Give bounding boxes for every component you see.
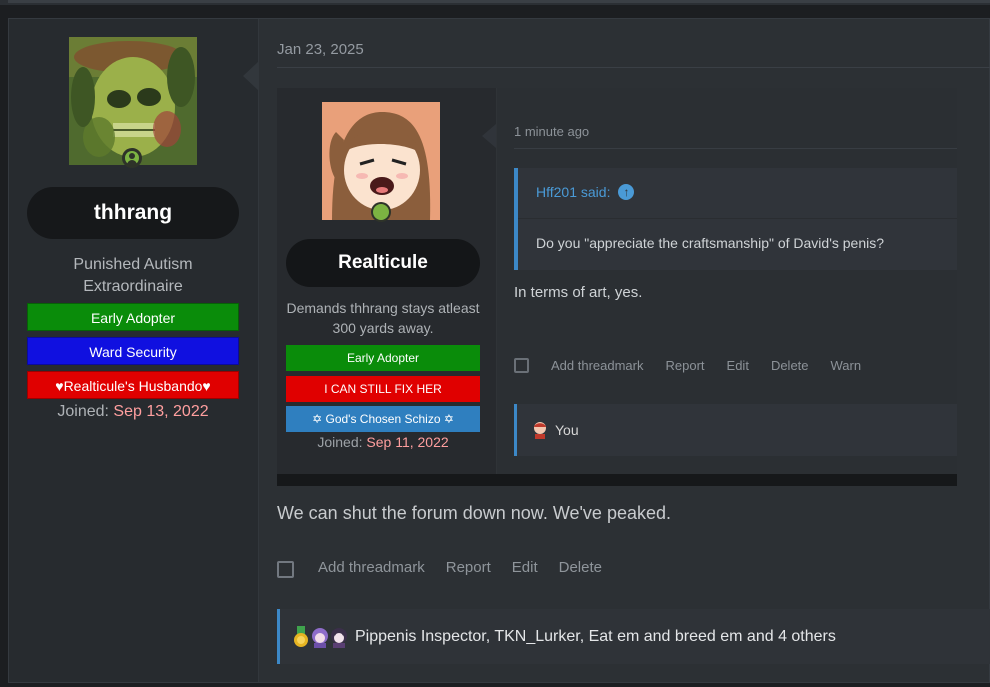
embedded-banner-early-adopter: Early Adopter bbox=[286, 345, 480, 371]
username[interactable]: thhrang bbox=[27, 187, 239, 239]
camo-skull-avatar-icon bbox=[69, 37, 197, 165]
banner-husbando: ♥Realticule's Husbando♥ bbox=[27, 371, 239, 399]
embedded-bottom-bar bbox=[277, 474, 957, 486]
post-message: We can shut the forum down now. We've pe… bbox=[277, 503, 671, 523]
quote-body: Do you "appreciate the craftsmanship" of… bbox=[536, 235, 885, 251]
embedded-screenshot[interactable]: Realticule Demands thhrang stays atleast… bbox=[277, 88, 957, 486]
divider bbox=[277, 67, 990, 68]
embedded-time: 1 minute ago bbox=[514, 124, 590, 139]
joined-date: Sep 13, 2022 bbox=[113, 403, 209, 420]
purple-anime-icon bbox=[311, 626, 329, 648]
reaction-icons bbox=[292, 625, 349, 648]
forum-post: thhrang Punished Autism Extraordinaire E… bbox=[8, 18, 990, 683]
embedded-reactions: You bbox=[514, 404, 957, 456]
arrow-up-icon: ↑ bbox=[618, 184, 635, 200]
quote-header: Hff201 said: ↑ bbox=[536, 184, 635, 200]
embedded-banner-fix-her: I CAN STILL FIX HER bbox=[286, 376, 480, 402]
embedded-divider bbox=[514, 148, 957, 149]
edit-link[interactable]: Edit bbox=[512, 559, 538, 576]
embedded-username: Realticule bbox=[286, 239, 480, 287]
user-avatar[interactable] bbox=[69, 37, 197, 165]
embedded-action-delete: Delete bbox=[770, 358, 809, 373]
user-joined: Joined: Sep 13, 2022 bbox=[27, 403, 239, 421]
embedded-user-column: Realticule Demands thhrang stays atleast… bbox=[277, 88, 497, 474]
embedded-reaction-text: You bbox=[555, 422, 579, 438]
add-threadmark-link[interactable]: Add threadmark bbox=[318, 559, 425, 576]
online-user-icon bbox=[371, 202, 391, 222]
online-user-icon bbox=[122, 148, 142, 168]
checkbox-icon bbox=[514, 358, 529, 373]
medal-icon bbox=[292, 625, 310, 648]
report-link[interactable]: Report bbox=[446, 559, 491, 576]
embedded-joined-date: Sep 11, 2022 bbox=[366, 434, 449, 450]
select-checkbox[interactable] bbox=[277, 561, 294, 578]
embedded-message: In terms of art, yes. bbox=[514, 284, 643, 301]
embedded-joined-label: Joined: bbox=[317, 434, 363, 450]
quote-author: Hff201 said: bbox=[536, 184, 611, 200]
post-user-column: thhrang Punished Autism Extraordinaire E… bbox=[9, 19, 259, 682]
user-title: Punished Autism Extraordinaire bbox=[73, 256, 193, 295]
reaction-text[interactable]: Pippenis Inspector, TKN_Lurker, Eat em a… bbox=[355, 628, 836, 646]
delete-link[interactable]: Delete bbox=[559, 559, 602, 576]
quote-divider bbox=[518, 218, 957, 219]
embedded-joined: Joined: Sep 11, 2022 bbox=[286, 434, 480, 450]
post-date[interactable]: Jan 23, 2025 bbox=[277, 41, 364, 58]
dark-anime-icon bbox=[330, 626, 348, 648]
previous-post-edge bbox=[8, 0, 990, 3]
embedded-action-warn: Warn bbox=[830, 358, 862, 373]
banner-early-adopter: Early Adopter bbox=[27, 303, 239, 331]
top-bar bbox=[0, 0, 990, 5]
post-actions: Add threadmark Report Edit Delete bbox=[277, 557, 623, 578]
embedded-action-threadmark: Add threadmark bbox=[551, 358, 644, 373]
reactions-bar[interactable]: Pippenis Inspector, TKN_Lurker, Eat em a… bbox=[277, 609, 990, 664]
embedded-action-report: Report bbox=[665, 358, 705, 373]
embedded-notch bbox=[482, 124, 496, 148]
embedded-actions: Add threadmark Report Edit Delete Warn bbox=[514, 358, 883, 373]
embedded-banner-schizo: ✡ God's Chosen Schizo ✡ bbox=[286, 406, 480, 432]
embedded-quote: Hff201 said: ↑ Do you "appreciate the cr… bbox=[514, 168, 957, 270]
joined-label: Joined: bbox=[57, 403, 109, 420]
post-notch bbox=[243, 61, 259, 91]
anime-reaction-icon bbox=[531, 421, 549, 439]
embedded-user-title: Demands thhrang stays atleast 300 yards … bbox=[286, 300, 480, 336]
banner-ward-security: Ward Security bbox=[27, 337, 239, 365]
embedded-action-edit: Edit bbox=[726, 358, 749, 373]
